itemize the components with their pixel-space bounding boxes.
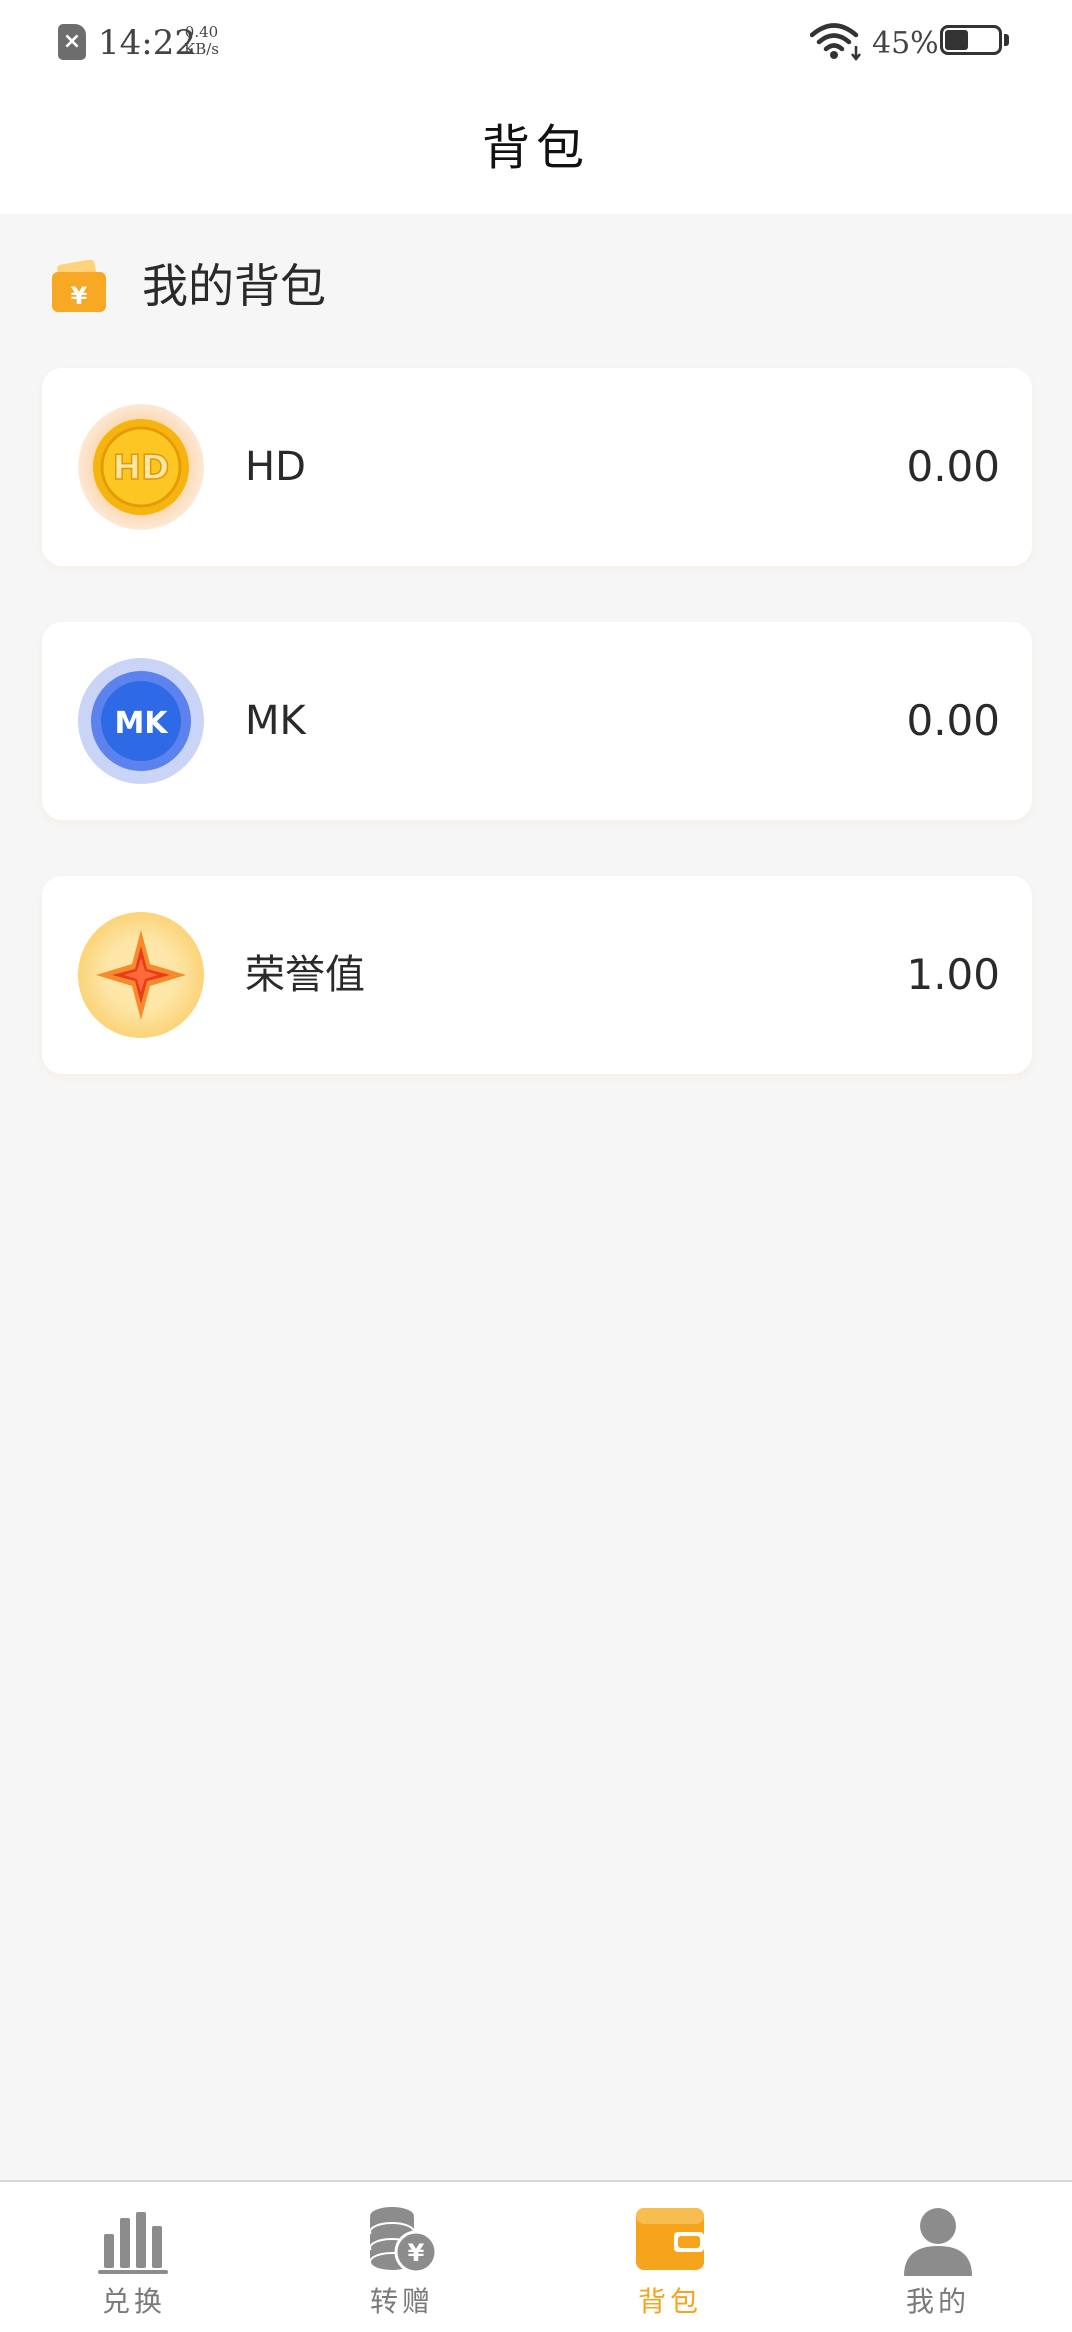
nav-label: 转赠 bbox=[369, 2285, 434, 2318]
wallet-icon: ¥ bbox=[52, 260, 106, 312]
section-title: 我的背包 bbox=[142, 259, 326, 313]
asset-value: 1.00 bbox=[906, 950, 1000, 999]
asset-value: 0.00 bbox=[906, 442, 1000, 491]
svg-text:¥: ¥ bbox=[71, 282, 88, 310]
asset-name: MK bbox=[245, 698, 306, 744]
asset-card-mk[interactable]: MK MK 0.00 bbox=[42, 622, 1032, 820]
wifi-icon bbox=[810, 23, 861, 62]
coins-transfer-icon: ¥ bbox=[369, 2207, 438, 2274]
asset-name: 荣誉值 bbox=[245, 952, 365, 998]
nav-label: 背包 bbox=[637, 2285, 702, 2318]
battery-percent: 45% bbox=[872, 26, 939, 61]
header: 背包 bbox=[0, 86, 1072, 214]
sim-card-error-icon: × bbox=[58, 24, 86, 60]
network-speed-unit: KB/s bbox=[184, 40, 219, 58]
nav-label: 我的 bbox=[905, 2285, 970, 2318]
svg-text:¥: ¥ bbox=[408, 2239, 425, 2267]
page-title: 背包 bbox=[481, 120, 590, 176]
asset-card-hd[interactable]: HD HD 0.00 bbox=[42, 368, 1032, 566]
mk-coin-icon: MK bbox=[78, 658, 204, 784]
asset-value: 0.00 bbox=[906, 696, 1000, 745]
user-icon bbox=[904, 2208, 972, 2276]
status-bar: × 14:22 0.40 KB/s 45% bbox=[0, 0, 1072, 86]
nav-item-mine[interactable]: 我的 bbox=[804, 2182, 1072, 2332]
hd-coin-icon: HD bbox=[78, 404, 204, 530]
status-time: 14:22 bbox=[98, 23, 196, 63]
asset-name: HD bbox=[245, 444, 306, 490]
bar-chart-icon bbox=[98, 2212, 168, 2274]
nav-item-backpack[interactable]: 背包 bbox=[536, 2182, 804, 2332]
battery-icon bbox=[940, 25, 1012, 59]
bottom-nav: 兑换 ¥ 转赠 背包 我的 bbox=[0, 2180, 1072, 2332]
network-speed: 0.40 KB/s bbox=[184, 24, 219, 58]
network-speed-value: 0.40 bbox=[184, 23, 219, 41]
asset-card-honor[interactable]: 荣誉值 1.00 bbox=[42, 876, 1032, 1074]
wallet-icon bbox=[636, 2208, 704, 2270]
nav-label: 兑换 bbox=[101, 2285, 166, 2318]
svg-text:MK: MK bbox=[114, 706, 169, 741]
svg-text:HD: HD bbox=[113, 448, 170, 488]
nav-item-exchange[interactable]: 兑换 bbox=[0, 2182, 268, 2332]
honor-star-icon bbox=[78, 912, 204, 1038]
nav-item-transfer[interactable]: ¥ 转赠 bbox=[268, 2182, 536, 2332]
